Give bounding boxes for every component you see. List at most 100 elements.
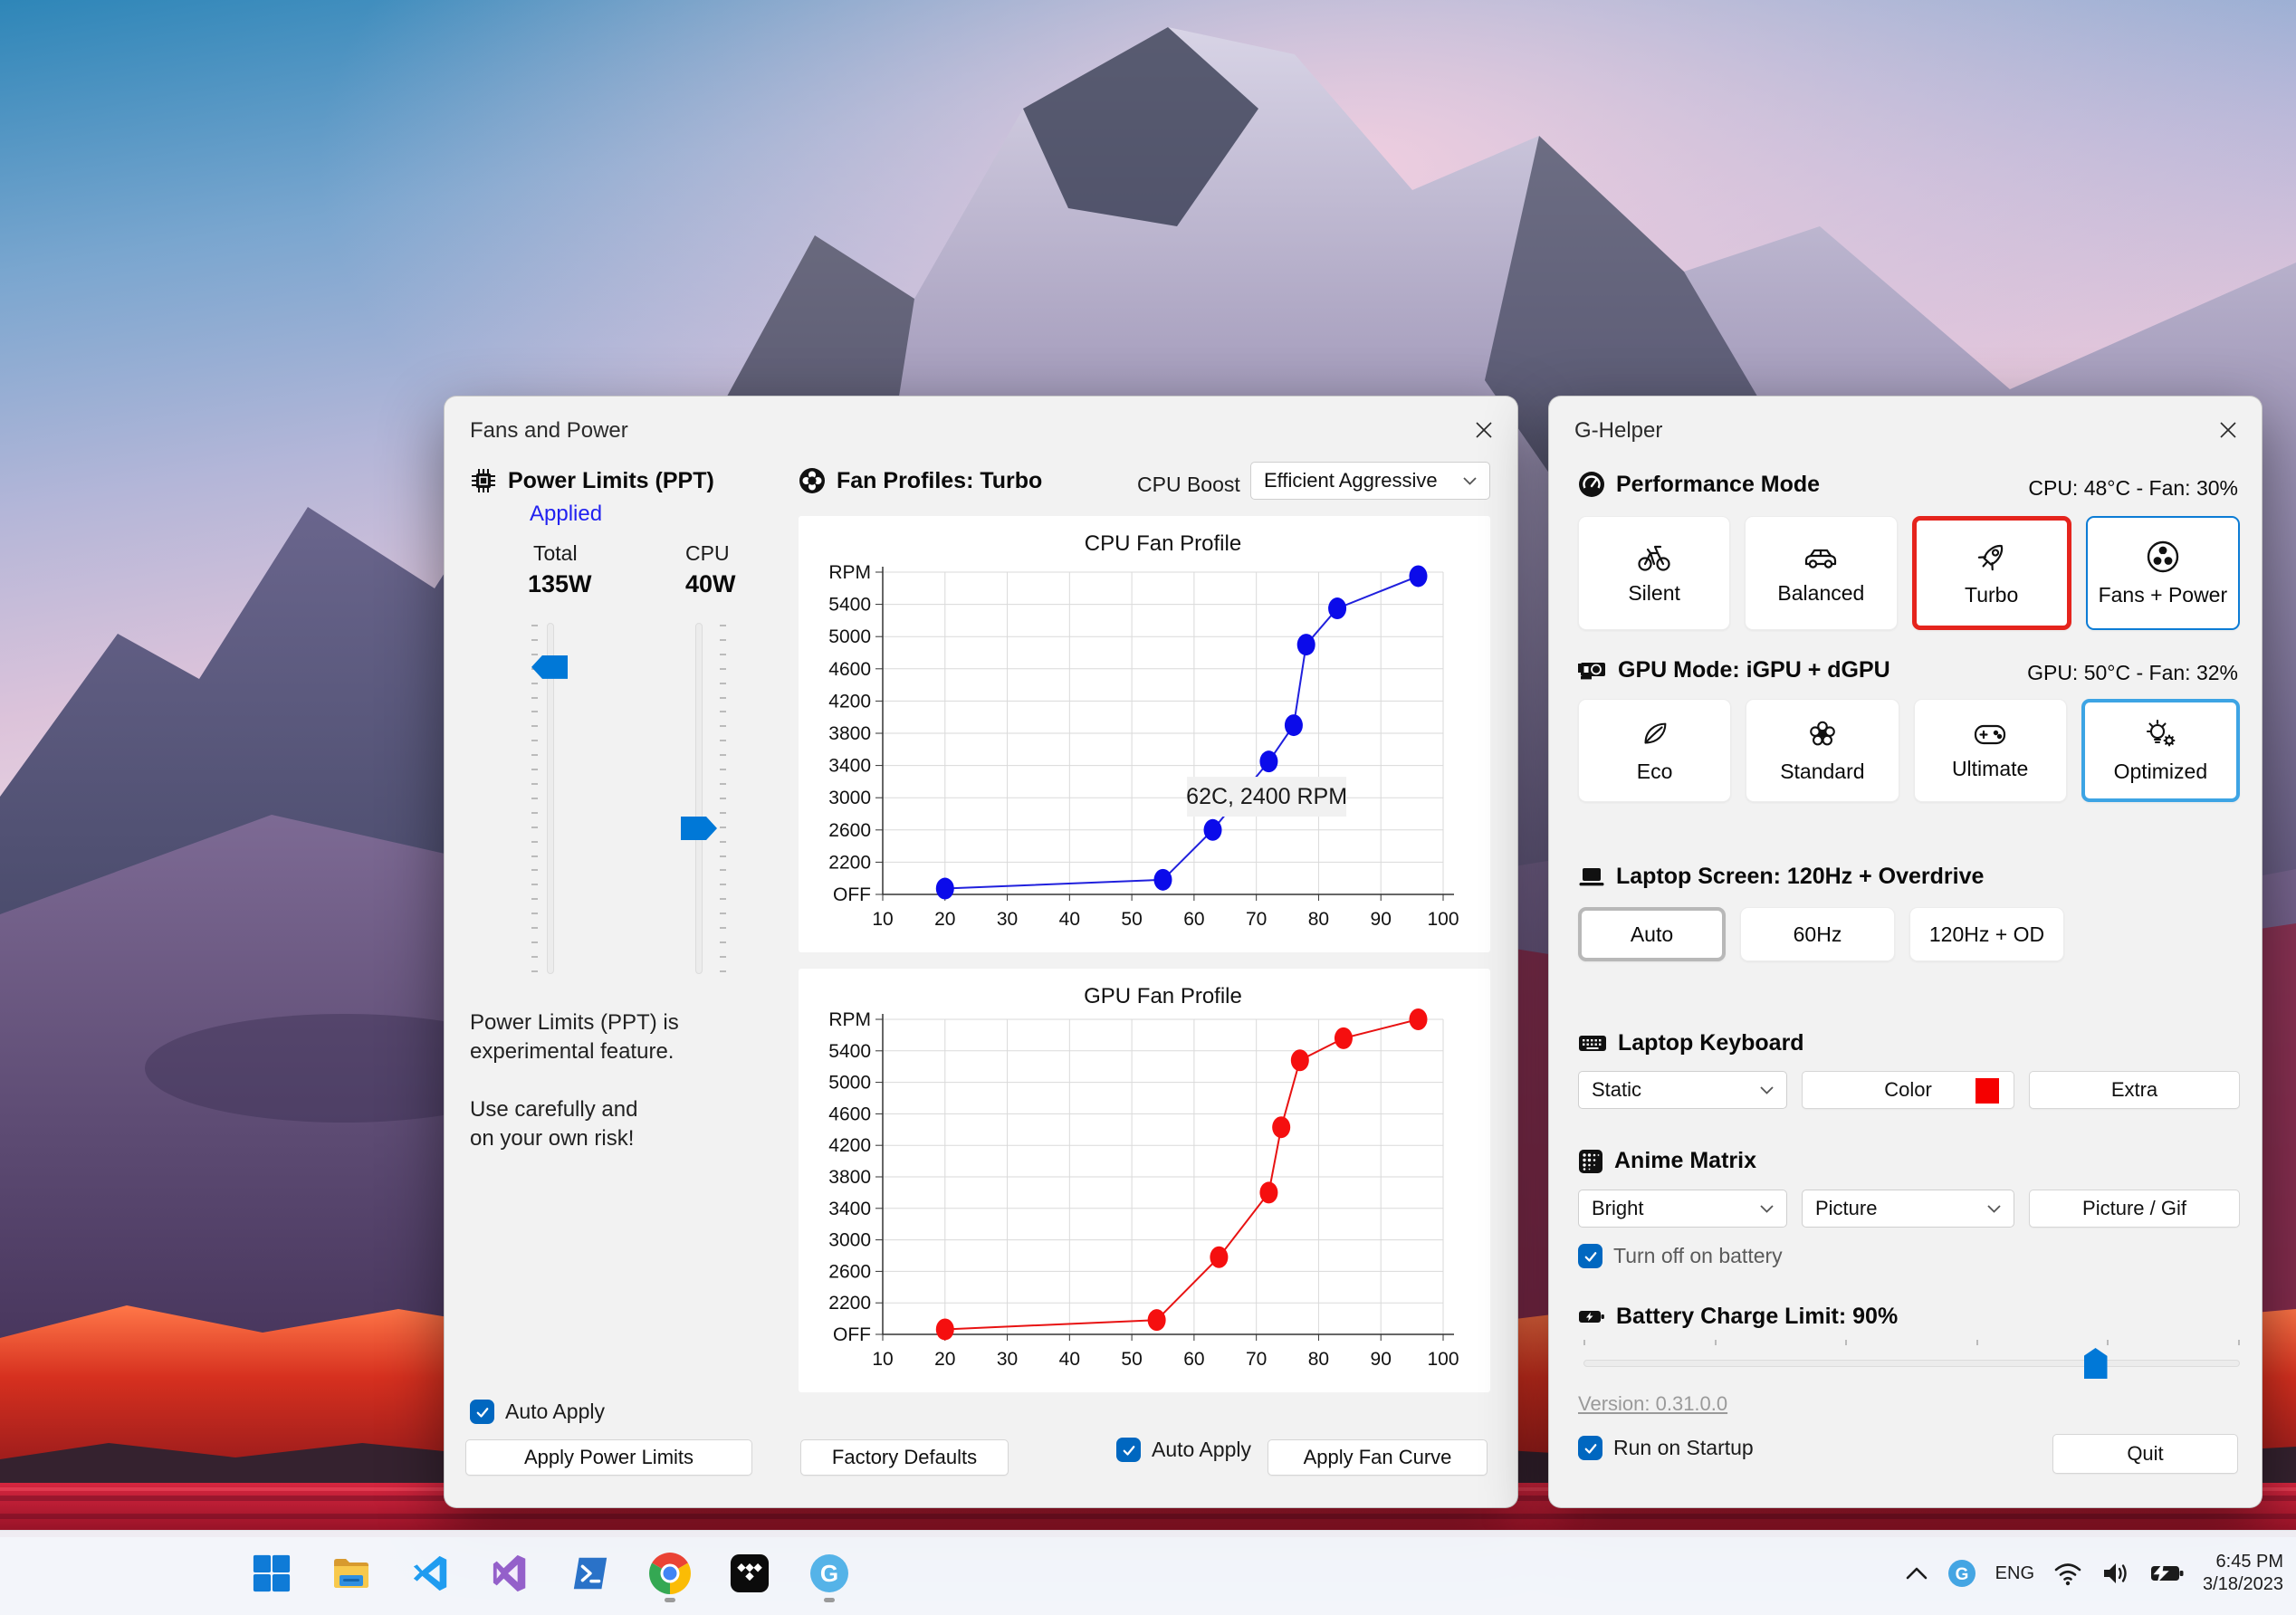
tray-date: 3/18/2023	[2203, 1574, 2283, 1594]
screen-60hz-button[interactable]: 60Hz	[1740, 907, 1895, 961]
chrome-button[interactable]	[641, 1540, 699, 1607]
factory-defaults-button[interactable]: Factory Defaults	[800, 1439, 1009, 1476]
screen-auto-button[interactable]: Auto	[1578, 907, 1726, 961]
visual-studio-icon	[493, 1554, 526, 1592]
turbo-mode-button[interactable]: Turbo	[1911, 516, 2071, 630]
svg-text:2600: 2600	[828, 1261, 871, 1282]
power-auto-apply-checkbox[interactable]: Auto Apply	[470, 1400, 605, 1424]
vscode-button[interactable]	[402, 1540, 460, 1607]
bulb-gear-icon	[2147, 719, 2176, 746]
svg-text:20: 20	[934, 909, 955, 930]
chevron-down-icon	[1463, 476, 1477, 485]
color-swatch	[1976, 1078, 1999, 1104]
ghelper-button[interactable]: G	[800, 1540, 858, 1607]
windows-start-icon	[253, 1554, 291, 1592]
run-on-startup-checkbox[interactable]: Run on Startup	[1578, 1436, 1754, 1460]
gpu-fan-chart-panel[interactable]: GPU Fan Profile 10 20 30 40 50 60 70 80 90 100 OFF 2…	[799, 969, 1490, 1392]
svg-text:3000: 3000	[828, 788, 871, 808]
fan-profiles-title: Fan Profiles: Turbo	[837, 467, 1043, 493]
svg-text:90: 90	[1371, 1349, 1392, 1370]
keyboard-mode-dropdown[interactable]: Static	[1578, 1071, 1787, 1109]
leaf-icon	[1644, 722, 1667, 744]
language-indicator[interactable]: ENG	[1995, 1563, 2034, 1584]
laptop-icon	[1579, 867, 1604, 885]
matrix-content-dropdown[interactable]: Picture	[1802, 1190, 2014, 1228]
fan-profiles-header: Fan Profiles: Turbo	[799, 467, 1042, 494]
svg-text:3800: 3800	[828, 1167, 871, 1188]
svg-text:RPM: RPM	[828, 562, 871, 583]
fan-auto-apply-checkbox[interactable]: Auto Apply	[1116, 1438, 1251, 1462]
battery-icon	[1579, 1310, 1604, 1323]
cpu-value: 40W	[685, 570, 736, 597]
cpu-slider-track[interactable]	[695, 623, 703, 974]
version-link[interactable]: Version: 0.31.0.0	[1578, 1392, 1727, 1416]
balanced-mode-button[interactable]: Balanced	[1745, 516, 1898, 630]
gamepad-icon	[1975, 724, 2006, 744]
apply-power-limits-button[interactable]: Apply Power Limits	[465, 1439, 752, 1476]
svg-text:5400: 5400	[828, 595, 871, 616]
matrix-brightness-dropdown[interactable]: Bright	[1578, 1190, 1787, 1228]
svg-text:3000: 3000	[828, 1230, 871, 1251]
flower-icon	[1810, 721, 1835, 745]
note-line-2: experimental feature.	[470, 1039, 674, 1064]
ghelper-icon: G	[810, 1554, 848, 1592]
power-limits-status: Applied	[530, 502, 603, 526]
screen-120hz-od-button[interactable]: 120Hz + OD	[1909, 907, 2064, 961]
svg-text:3400: 3400	[828, 1199, 871, 1219]
wifi-icon[interactable]	[2052, 1561, 2083, 1586]
close-button[interactable]	[2215, 416, 2242, 444]
cpu-chip-icon	[472, 469, 495, 492]
tray-chevron-up-icon[interactable]	[1905, 1566, 1928, 1581]
gpu-fan-chart: GPU Fan Profile 10 20 30 40 50 60 70 80 90 100 OFF 2…	[828, 984, 1459, 1370]
turn-off-on-battery-checkbox[interactable]: Turn off on battery	[1578, 1244, 1783, 1268]
tray-time: 6:45 PM	[2215, 1552, 2283, 1572]
chevron-down-icon	[1760, 1204, 1774, 1213]
optimized-gpu-button[interactable]: Optimized	[2081, 699, 2240, 802]
terminal-button[interactable]	[561, 1540, 619, 1607]
cpu-boost-label: CPU Boost	[1137, 473, 1240, 496]
ghelper-tray-icon[interactable]: G	[1947, 1558, 1977, 1589]
svg-text:3400: 3400	[828, 756, 871, 777]
terminal-icon	[573, 1557, 607, 1590]
picture-gif-button[interactable]: Picture / Gif	[2029, 1190, 2240, 1228]
fans-power-mode-button[interactable]: Fans + Power	[2085, 516, 2240, 630]
laptop-keyboard-header: Laptop Keyboard	[1578, 1030, 1804, 1056]
total-label: Total	[533, 541, 578, 565]
checkbox-checked-icon	[1578, 1436, 1602, 1460]
eco-gpu-button[interactable]: Eco	[1578, 699, 1732, 802]
close-button[interactable]	[1470, 416, 1497, 444]
ultimate-gpu-button[interactable]: Ultimate	[1913, 699, 2067, 802]
svg-text:4600: 4600	[828, 659, 871, 680]
silent-mode-button[interactable]: Silent	[1578, 516, 1731, 630]
svg-text:GPU Fan Profile: GPU Fan Profile	[1084, 984, 1242, 1008]
volume-icon[interactable]	[2101, 1560, 2132, 1587]
checkbox-checked-icon	[1116, 1438, 1141, 1462]
cpu-boost-dropdown[interactable]: Efficient Aggressive	[1250, 462, 1490, 500]
svg-text:90: 90	[1371, 909, 1392, 930]
svg-text:5000: 5000	[828, 1073, 871, 1094]
svg-text:2600: 2600	[828, 820, 871, 841]
start-button[interactable]	[243, 1540, 301, 1607]
tidal-button[interactable]	[721, 1540, 779, 1607]
keyboard-color-button[interactable]: Color	[1802, 1071, 2014, 1109]
g-helper-window: G-Helper Performance Mode CPU: 48°C - Fa…	[1548, 396, 2263, 1508]
clock[interactable]: 6:45 PM 3/18/2023	[2203, 1551, 2283, 1596]
svg-text:50: 50	[1121, 1349, 1142, 1370]
visual-studio-button[interactable]	[482, 1540, 540, 1607]
cpu-slider-handle[interactable]	[681, 816, 717, 840]
power-limits-header: Power Limits (PPT)	[470, 467, 714, 494]
file-explorer-button[interactable]	[322, 1540, 380, 1607]
cpu-label: CPU	[685, 541, 730, 565]
battery-slider-track[interactable]	[1583, 1360, 2240, 1367]
svg-text:62C, 2400 RPM: 62C, 2400 RPM	[1186, 784, 1347, 809]
keyboard-extra-button[interactable]: Extra	[2029, 1071, 2240, 1109]
battery-slider-handle[interactable]	[2083, 1348, 2108, 1379]
standard-gpu-button[interactable]: Standard	[1746, 699, 1899, 802]
cpu-fan-chart-panel[interactable]: CPU Fan Profile 10 20 30 40 50 60 70 80 90 100 OFF 2…	[799, 516, 1490, 952]
svg-text:4200: 4200	[828, 1135, 871, 1156]
quit-button[interactable]: Quit	[2052, 1434, 2238, 1474]
battery-tray-icon[interactable]	[2150, 1563, 2185, 1583]
anime-matrix-header: Anime Matrix	[1578, 1148, 1756, 1174]
running-indicator	[824, 1598, 835, 1602]
apply-fan-curve-button[interactable]: Apply Fan Curve	[1268, 1439, 1488, 1476]
